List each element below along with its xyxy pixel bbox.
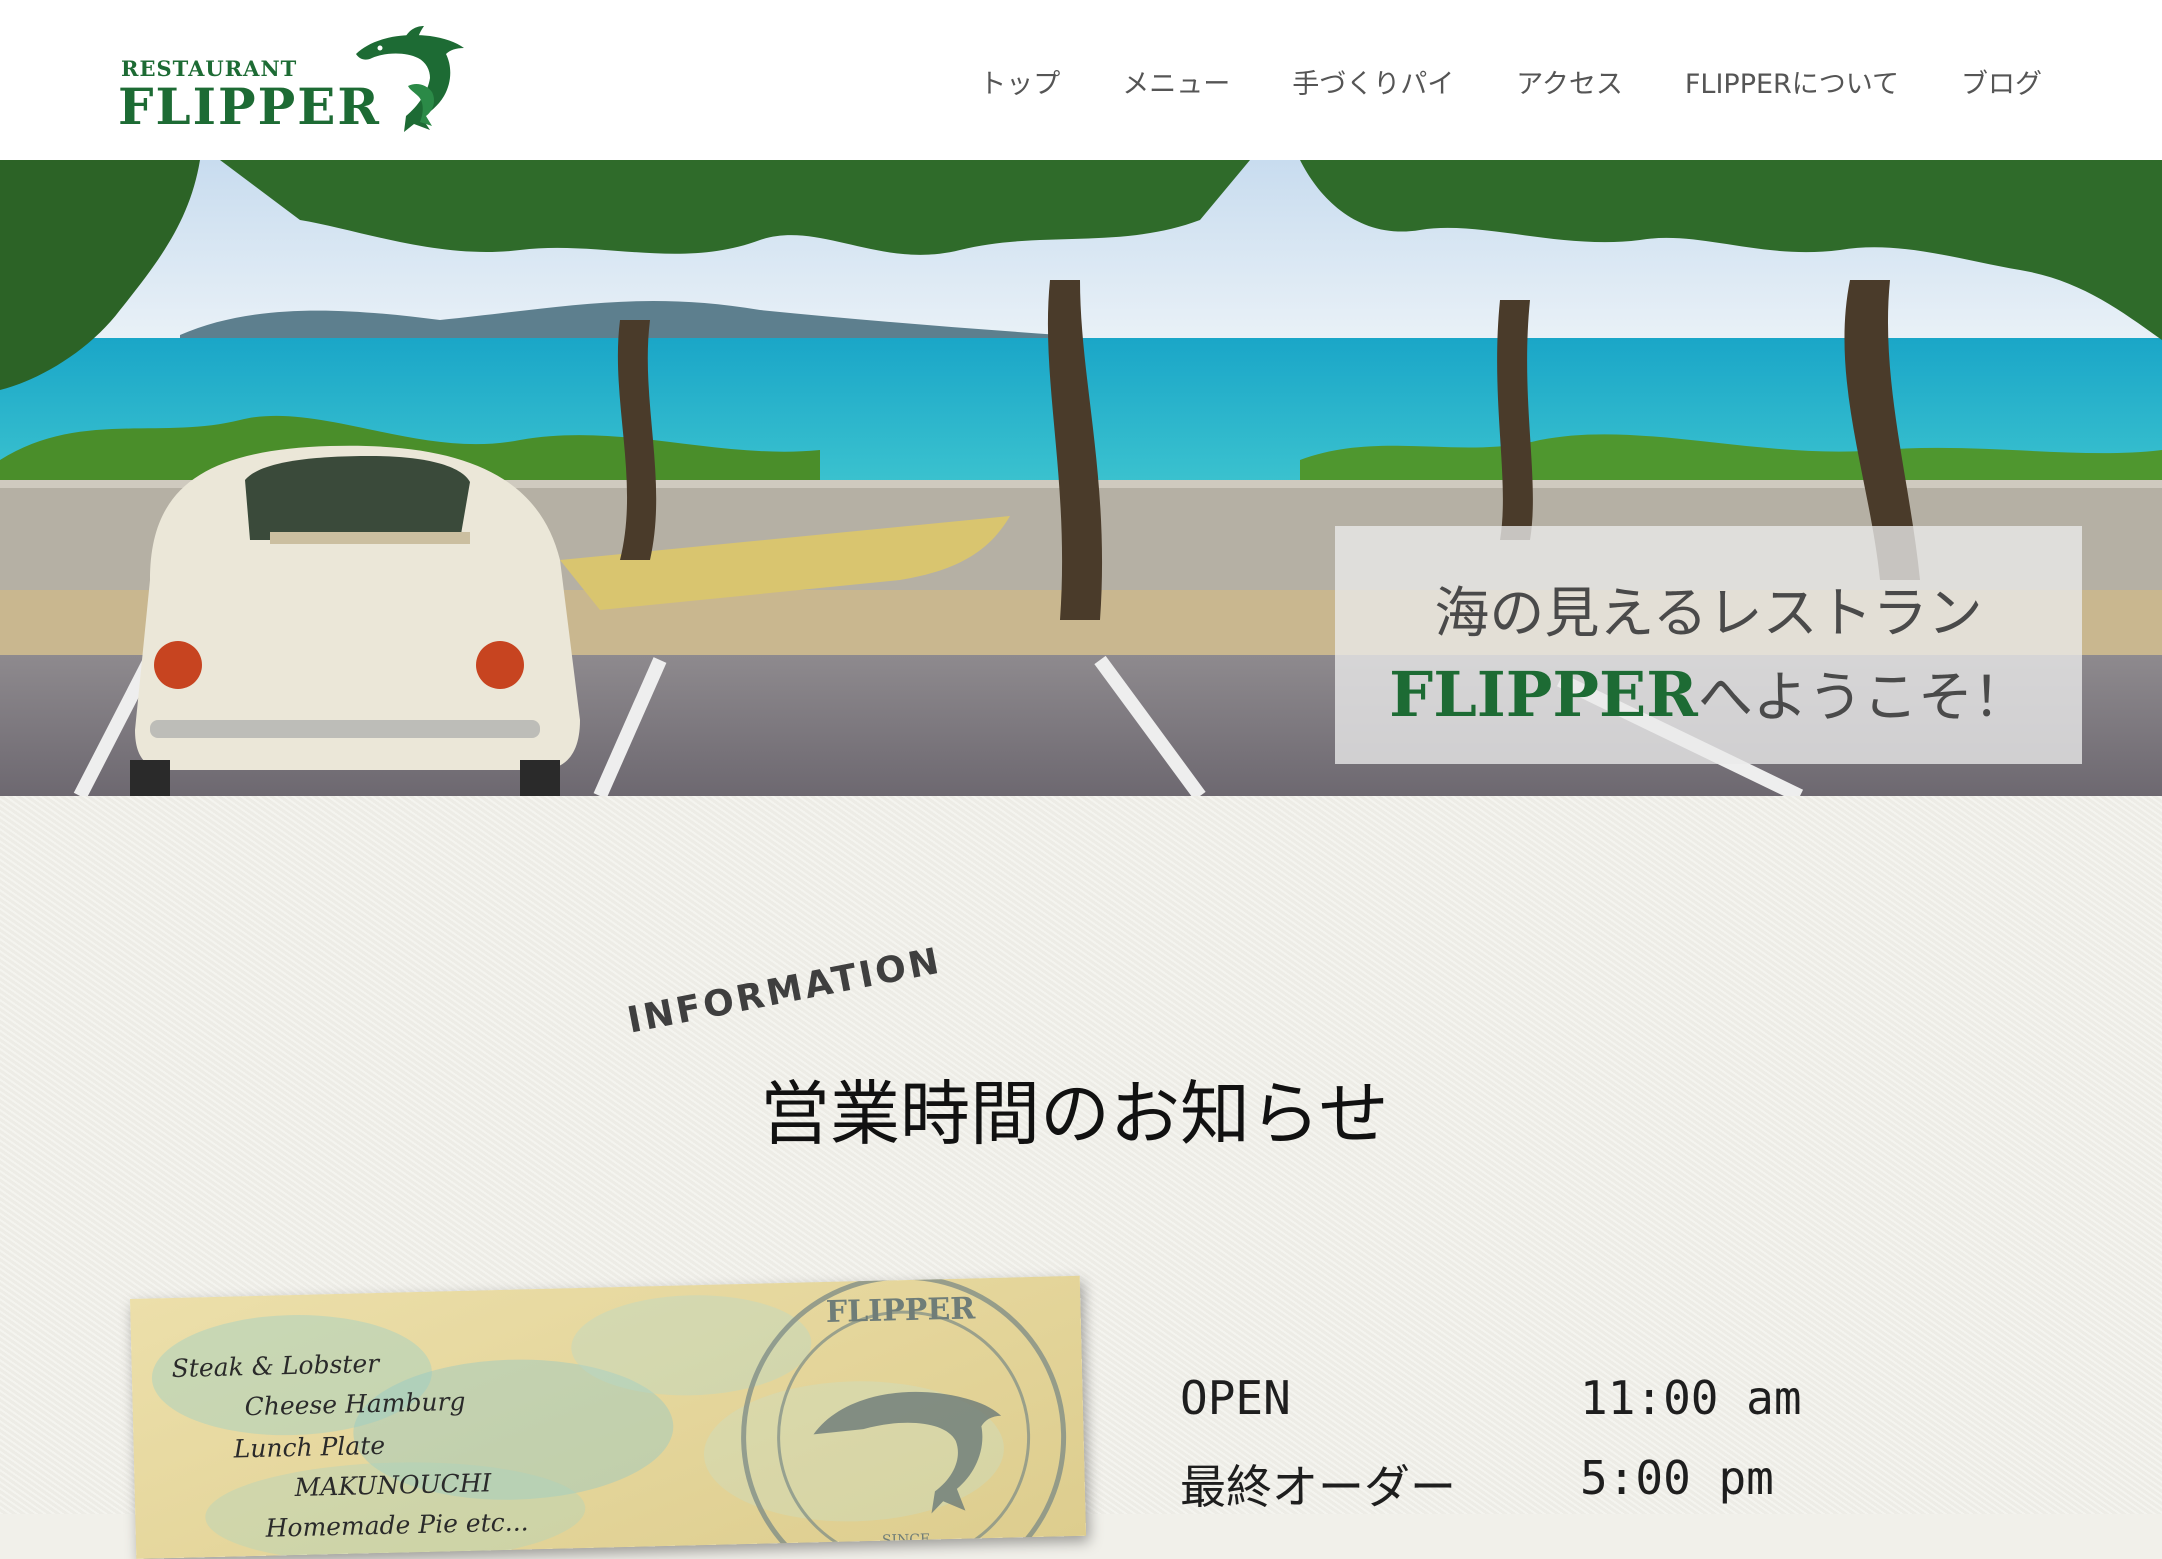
stamp-name: FLIPPER [825, 1291, 976, 1330]
nav-item-blog[interactable]: ブログ [1961, 62, 2042, 101]
main-nav: トップ メニュー 手づくりパイ アクセス FLIPPERについて ブログ [979, 62, 2042, 101]
section-title: 営業時間のお知らせ [760, 1073, 1389, 1155]
section-eyebrow: INFORMATION [624, 940, 946, 1042]
nav-item-menu[interactable]: メニュー [1122, 62, 1230, 101]
hours-label: OPEN [1180, 1371, 1291, 1425]
nav-item-top[interactable]: トップ [979, 62, 1060, 101]
card-text-line: Steak & Lobster [171, 1348, 380, 1383]
card-text-line: Lunch Plate [233, 1430, 386, 1464]
stamp-since: SINCE [882, 1532, 931, 1549]
hero-banner: 海の見えるレストラン FLIPPERへようこそ！ [0, 160, 2162, 796]
menu-card-image: Steak & Lobster Cheese Hamburg Lunch Pla… [130, 1275, 1087, 1559]
flipper-stamp-icon: FLIPPER SINCE 1971 [741, 1275, 1067, 1559]
logo[interactable]: RESTAURANT FLIPPER [118, 26, 468, 136]
nav-item-access[interactable]: アクセス [1516, 62, 1623, 101]
hours-value: 11:00 am [1580, 1371, 1802, 1425]
hero-welcome-text: へようこそ！ [1697, 665, 2028, 729]
hours-label: 最終オーダー [1180, 1460, 1456, 1514]
card-text-line: MAKUNOUCHI [294, 1468, 492, 1503]
card-text-line: Cheese Hamburg [244, 1386, 466, 1422]
hero-brand-name: FLIPPER [1389, 658, 1698, 731]
logo-title: FLIPPER [118, 77, 381, 136]
nav-item-about[interactable]: FLIPPERについて [1685, 62, 1899, 101]
hero-tagline: 海の見えるレストラン [1434, 581, 1983, 645]
hero-caption: 海の見えるレストラン FLIPPERへようこそ！ [1335, 526, 2082, 764]
information-section: INFORMATION 営業時間のお知らせ Steak & Lobster Ch… [0, 796, 2162, 1559]
hours-value: 5:00 pm [1580, 1451, 1774, 1505]
stamp-year: 1971 [870, 1544, 943, 1559]
site-header: RESTAURANT FLIPPER トップ メニュー 手づくりパイ アクセス … [0, 0, 2162, 160]
hero-welcome: FLIPPERへようこそ！ [1335, 652, 2082, 732]
dolphin-logo-icon [356, 26, 464, 133]
nav-item-handmade-pie[interactable]: 手づくりパイ [1292, 62, 1454, 101]
